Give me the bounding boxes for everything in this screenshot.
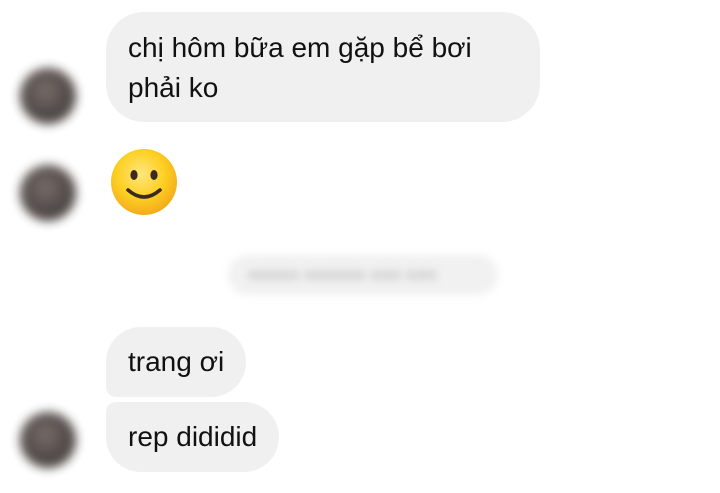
blurred-timestamp: ●●●●● ●●●●●● ●●● ●●● — [228, 255, 498, 295]
message-text-line: chị hôm bữa em gặp bể bơi — [128, 32, 472, 63]
avatar[interactable] — [20, 165, 76, 221]
blurred-timestamp-text: ●●●●● ●●●●●● ●●● ●●● — [248, 265, 437, 284]
chat-conversation: chị hôm bữa em gặp bể bơi phải ko ●●●●● … — [0, 0, 720, 493]
avatar[interactable] — [20, 412, 76, 468]
message-text: trang ơi — [128, 346, 225, 377]
message-text: rep dididid — [128, 421, 258, 452]
slightly-smiling-face-icon[interactable] — [110, 148, 178, 216]
avatar[interactable] — [20, 68, 76, 124]
message-bubble[interactable]: trang ơi — [106, 327, 247, 397]
message-bubble[interactable]: chị hôm bữa em gặp bể bơi phải ko — [106, 12, 540, 122]
message-text-line: phải ko — [128, 72, 219, 103]
message-bubble[interactable]: rep dididid — [106, 402, 280, 472]
